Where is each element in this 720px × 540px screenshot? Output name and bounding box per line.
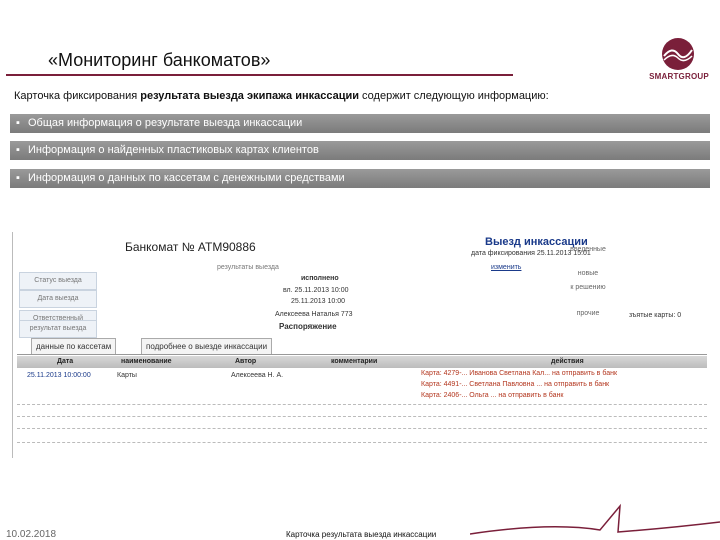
status-value[interactable]: исполнено (301, 275, 339, 282)
bar-label: Общая информация о результате выезда инк… (28, 117, 303, 129)
info-bar-general: ▪ Общая информация о результате выезда ин… (10, 114, 710, 133)
app-screenshot: Банкомат № АТМ90886 Выезд инкассации дат… (12, 232, 709, 458)
intro-bold: результата выезда экипажа инкассации (140, 90, 359, 102)
intro-text: Карточка фиксирования результата выезда … (14, 90, 714, 102)
date-value-2[interactable]: 25.11.2013 10:00 (291, 298, 345, 305)
label-date: Дата выезда (19, 290, 97, 308)
responsible-value[interactable]: Алексеева Наталья 773 (275, 311, 353, 318)
col-comments[interactable]: комментарии (331, 356, 377, 368)
footer-date: 10.02.2018 (6, 529, 57, 540)
slide-title: «Мониторинг банкоматов» (48, 50, 271, 70)
cards-entered: введенные (570, 246, 606, 253)
row-divider (17, 416, 707, 417)
intro-pre: Карточка фиксирования (14, 90, 141, 102)
date-value-1[interactable]: вл. 25.11.2013 10:00 (283, 287, 349, 294)
col-name[interactable]: наименование (121, 356, 172, 368)
table-row-author: Алексеева Н. А. (231, 372, 284, 379)
info-bar-cassettes: ▪ Информация о данных по кассетам с денеж… (10, 169, 710, 188)
info-bar-cards: ▪ Информация о найденных пластиковых карт… (10, 141, 710, 160)
action-link[interactable]: Карта: 4491-... Светлана Павловна ... на… (421, 381, 609, 388)
intro-post: содержит следующую информацию: (359, 90, 549, 102)
cards-summary: введенные новые к решению прочие (547, 244, 629, 324)
col-author[interactable]: Автор (235, 356, 256, 368)
bullet: ▪ (16, 144, 20, 156)
tab-cassettes[interactable]: данные по кассетам (31, 338, 117, 354)
status-header: результаты выезда (217, 264, 279, 271)
title-underline (6, 74, 513, 76)
footer-swoosh-icon (470, 503, 720, 535)
tab-event-details[interactable]: подробнее о выезде инкассации (141, 338, 273, 354)
bullet: ▪ (16, 117, 20, 129)
label-status: Статус выезда (19, 272, 97, 290)
bar-label: Информация о данных по кассетам с денежн… (28, 172, 345, 184)
table-row-name: Карты (117, 372, 137, 379)
bar-label: Информация о найденных пластиковых карта… (28, 144, 319, 156)
cards-other: прочие (576, 310, 600, 317)
atm-title: Банкомат № АТМ90886 (125, 240, 256, 254)
footer-caption: Карточка результата выезда инкассации (286, 530, 437, 539)
col-date[interactable]: Дата (57, 356, 73, 368)
bullet: ▪ (16, 172, 20, 184)
row-divider (17, 404, 707, 405)
table-header: Дата наименование Автор комментарии дейс… (17, 356, 707, 368)
logo-mark-icon (662, 38, 694, 70)
logo-text: SMARTGROUP (649, 72, 709, 81)
tab-bar: данные по кассетам подробнее о выезде ин… (17, 336, 707, 355)
seized-cards-count: зъятые карты: 0 (629, 312, 682, 319)
col-actions[interactable]: действия (551, 356, 584, 368)
event-form: результаты выезда Статус выезда исполнен… (17, 264, 547, 338)
action-link[interactable]: Карта: 2406-... Ольга ... на отправить в… (421, 392, 563, 399)
row-divider (17, 428, 707, 429)
row-divider (17, 442, 707, 443)
cards-new: новые (577, 270, 599, 277)
result-value[interactable]: Распоряжение (279, 322, 337, 331)
smartgroup-logo: SMARTGROUP (640, 36, 718, 86)
cards-to-decide: к решению (570, 284, 606, 291)
action-link[interactable]: Карта: 4279-... Иванова Светлана Кал... … (421, 370, 617, 377)
table-row-date[interactable]: 25.11.2013 10:00:00 (27, 372, 91, 379)
